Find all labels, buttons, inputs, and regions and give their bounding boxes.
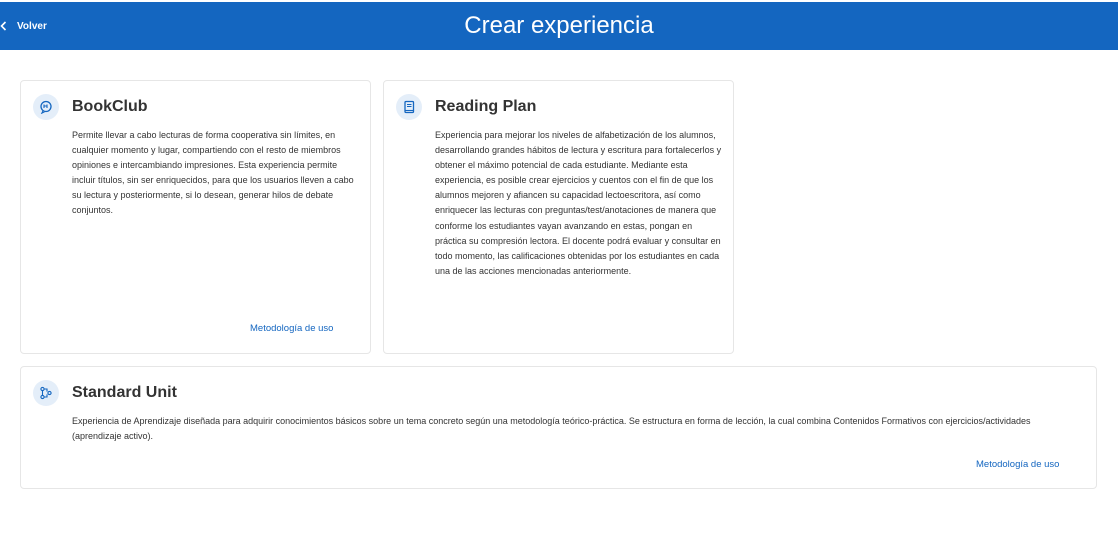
top-bar: Volver Crear experiencia (0, 2, 1118, 50)
page-title: Crear experiencia (464, 12, 654, 39)
card-reading-plan[interactable]: Reading Plan Experiencia para mejorar lo… (383, 80, 734, 354)
methodology-link[interactable]: Metodología de uso (250, 323, 333, 334)
methodology-link[interactable]: Metodología de uso (976, 459, 1059, 470)
card-standard-unit[interactable]: Standard Unit Experiencia de Aprendizaje… (20, 366, 1097, 489)
card-description: Permite llevar a cabo lecturas de forma … (72, 130, 354, 216)
card-title: BookClub (72, 98, 148, 115)
card-title: Standard Unit (72, 384, 177, 401)
book-icon (396, 94, 422, 120)
card-bookclub[interactable]: BookClub Permite llevar a cabo lecturas … (20, 80, 371, 354)
card-title: Reading Plan (435, 98, 537, 115)
card-description: Experiencia de Aprendizaje diseñada para… (72, 416, 1031, 442)
card-description: Experiencia para mejorar los niveles de … (435, 130, 722, 276)
chat-bubble-icon (33, 94, 59, 120)
nodes-icon (33, 380, 59, 406)
